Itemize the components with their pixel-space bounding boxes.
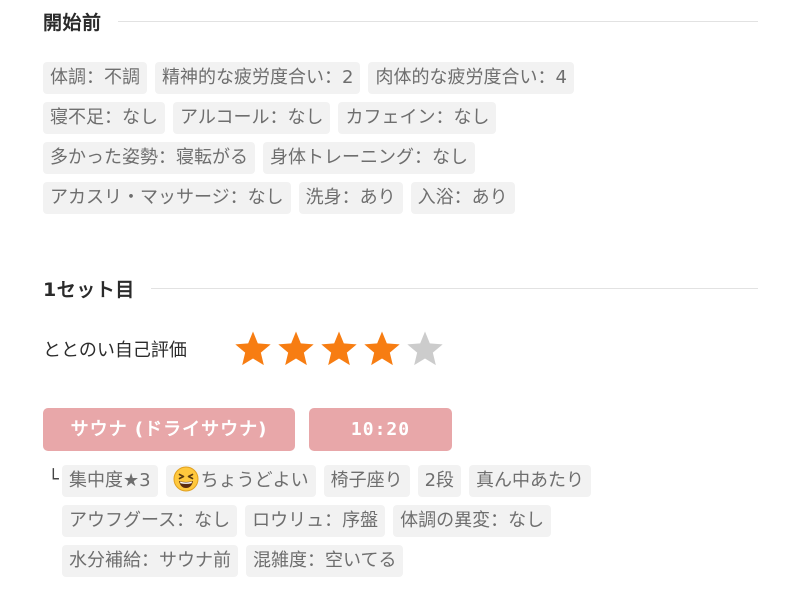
conditions-row: 多かった姿勢：寝転がる 身体トレーニング：なし [43, 142, 582, 182]
duration-badge: 10:20 [309, 408, 452, 451]
condition-chip-body-wash: 洗身：あり [298, 182, 403, 214]
condition-chip-posture: 多かった姿勢：寝転がる [43, 142, 255, 174]
condition-chip-massage: アカスリ・マッサージ：なし [43, 182, 291, 214]
set1-badges: サウナ (ドライサウナ) 10:20 [43, 408, 452, 451]
branch-connector: └ [48, 469, 59, 490]
star-empty-icon [405, 329, 445, 369]
condition-chip-physical: 体調：不調 [43, 62, 147, 94]
star-filled-icon [233, 329, 273, 369]
details-row: 水分補給：サウナ前 混雑度：空いてる [62, 545, 599, 585]
before-conditions: 体調：不調 精神的な疲労度合い：2 肉体的な疲労度合い：4 寝不足：なし アルコ… [43, 62, 582, 222]
before-section-header: 開始前 [43, 8, 758, 35]
set1-details: 集中度★3 ちょうどよい 椅子座り 2段 真ん中あたり アウフグース：なし ロウ… [62, 465, 599, 585]
self-rating: ととのい自己評価 [43, 329, 448, 369]
conditions-row: 寝不足：なし アルコール：なし カフェイン：なし [43, 102, 582, 142]
sauna-log-page: 開始前 体調：不調 精神的な疲労度合い：2 肉体的な疲労度合い：4 寝不足：なし… [0, 0, 800, 600]
condition-chip-training: 身体トレーニング：なし [263, 142, 475, 174]
loyly-chip: ロウリュ：序盤 [245, 505, 386, 537]
abnormality-chip: 体調の異変：なし [393, 505, 552, 537]
set1-section-title: 1セット目 [43, 279, 135, 301]
details-row: 集中度★3 ちょうどよい 椅子座り 2段 真ん中あたり [62, 465, 599, 505]
self-rating-label: ととのい自己評価 [43, 340, 187, 361]
section-divider [117, 21, 758, 22]
seat-chip: 椅子座り [323, 465, 410, 497]
condition-chip-alcohol: アルコール：なし [173, 102, 331, 134]
sauna-type-badge: サウナ (ドライサウナ) [43, 408, 295, 451]
grinning-squinting-face-icon [173, 466, 199, 492]
condition-chip-sleep: 寝不足：なし [43, 102, 165, 134]
mood-chip: ちょうどよい [165, 465, 316, 497]
set1-section-header: 1セット目 [43, 275, 758, 302]
condition-chip-bath: 入浴：あり [410, 182, 515, 214]
conditions-row: アカスリ・マッサージ：なし 洗身：あり 入浴：あり [43, 182, 582, 222]
aufguss-chip: アウフグース：なし [62, 505, 238, 537]
concentration-chip: 集中度★3 [62, 465, 158, 497]
condition-chip-mental-fatigue: 精神的な疲労度合い：2 [155, 62, 361, 94]
star-filled-icon [319, 329, 359, 369]
condition-chip-physical-fatigue: 肉体的な疲労度合い：4 [368, 62, 574, 94]
details-row: アウフグース：なし ロウリュ：序盤 体調の異変：なし [62, 505, 599, 545]
mood-label: ちょうどよい [200, 470, 309, 491]
conditions-row: 体調：不調 精神的な疲労度合い：2 肉体的な疲労度合い：4 [43, 62, 582, 102]
section-divider [150, 288, 758, 289]
star-filled-icon [362, 329, 402, 369]
star-rating [233, 329, 448, 369]
hydration-chip: 水分補給：サウナ前 [62, 545, 238, 577]
crowd-chip: 混雑度：空いてる [246, 545, 404, 577]
star-filled-icon [276, 329, 316, 369]
position-chip: 真ん中あたり [469, 465, 592, 497]
condition-chip-caffeine: カフェイン：なし [338, 102, 497, 134]
tier-chip: 2段 [417, 465, 462, 497]
before-section-title: 開始前 [43, 12, 102, 34]
